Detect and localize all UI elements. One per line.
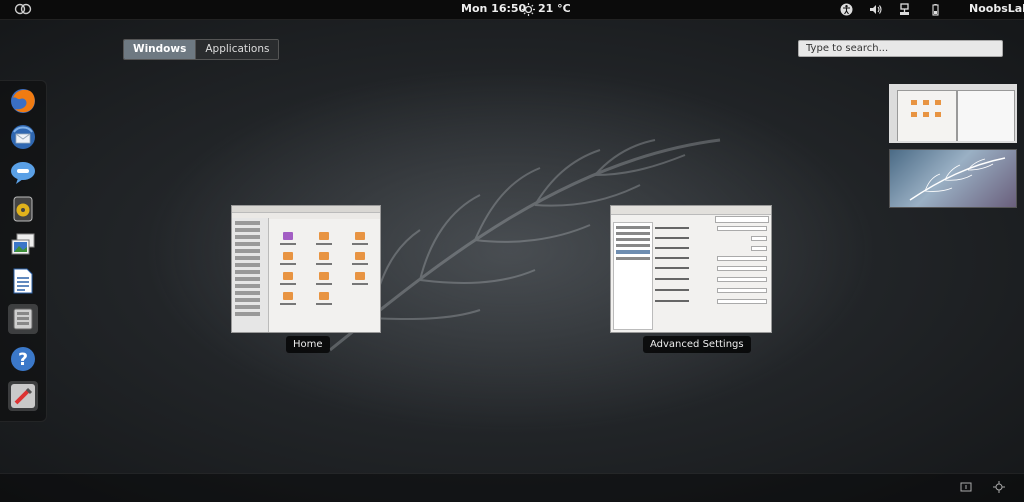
dash: ? <box>0 80 47 422</box>
notification-icon[interactable] <box>960 481 972 493</box>
workspace-thumbnail-2[interactable] <box>889 149 1017 208</box>
window-caption-advanced-settings[interactable]: Advanced Settings <box>643 336 751 353</box>
window-thumbnail-advanced-settings[interactable] <box>610 205 772 333</box>
thunderbird-icon[interactable] <box>8 122 38 152</box>
firefox-icon[interactable] <box>8 86 38 116</box>
files-icon[interactable] <box>8 304 38 334</box>
leaf-thumbnail-icon <box>909 157 1006 201</box>
settings-icon[interactable] <box>8 381 38 411</box>
keyboard-icon[interactable] <box>993 481 1005 493</box>
network-icon[interactable] <box>898 3 911 16</box>
search-input[interactable] <box>798 40 1003 57</box>
top-panel: Mon 16:50 21 °C NoobsLab <box>0 0 1024 20</box>
clock[interactable]: Mon 16:50 <box>461 2 526 15</box>
empathy-icon[interactable] <box>8 158 38 188</box>
tab-applications[interactable]: Applications <box>196 40 279 59</box>
activities-icon[interactable] <box>14 2 32 16</box>
battery-icon[interactable] <box>929 3 942 16</box>
weather-icon[interactable] <box>522 3 535 16</box>
help-icon[interactable]: ? <box>8 344 38 374</box>
window-thumbnail-home[interactable] <box>231 205 381 333</box>
libreoffice-writer-icon[interactable] <box>8 266 38 296</box>
window-caption-home[interactable]: Home <box>286 336 330 353</box>
rhythmbox-icon[interactable] <box>8 194 38 224</box>
user-menu[interactable]: NoobsLab <box>969 2 1024 15</box>
weather-temperature[interactable]: 21 °C <box>538 2 571 15</box>
view-selector: Windows Applications <box>123 39 280 60</box>
tab-windows[interactable]: Windows <box>124 40 197 59</box>
accessibility-icon[interactable] <box>840 3 853 16</box>
volume-icon[interactable] <box>869 3 882 16</box>
shotwell-icon[interactable] <box>8 230 38 260</box>
workspace-thumbnail-1[interactable] <box>889 84 1017 143</box>
svg-text:?: ? <box>18 350 28 370</box>
message-tray <box>0 473 1024 502</box>
